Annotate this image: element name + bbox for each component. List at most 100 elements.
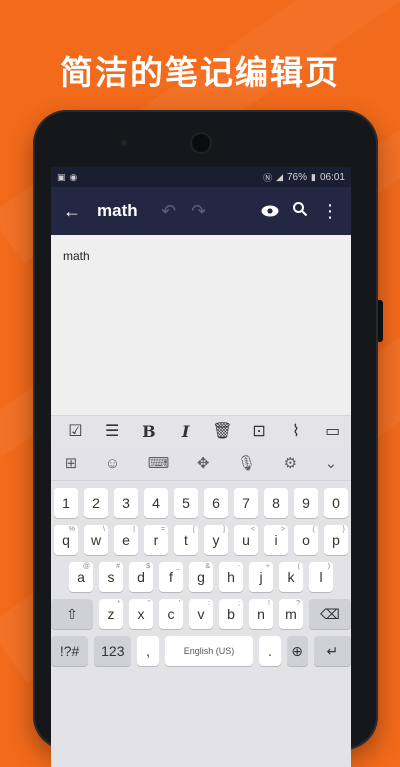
backspace-key[interactable]: ⌫ [309, 599, 351, 629]
key-1[interactable]: 1 [54, 488, 78, 518]
symbols-key[interactable]: !?# [51, 636, 89, 666]
note-title[interactable]: math [97, 201, 138, 221]
key-u[interactable]: u < [234, 525, 258, 555]
shift-key[interactable]: ⇧ [51, 599, 93, 629]
key-m[interactable]: m? [279, 599, 303, 629]
insert-image-icon[interactable]: ⊡ [241, 421, 278, 441]
key-d[interactable]: d $ [129, 562, 153, 592]
key-t[interactable]: t[ [174, 525, 198, 555]
grid-icon[interactable]: ⊞ [65, 454, 78, 472]
undo-icon[interactable]: ↶ [154, 201, 184, 222]
key-label: h [227, 569, 235, 585]
key-7[interactable]: 7 [234, 488, 258, 518]
key-j[interactable]: j + [249, 562, 273, 592]
key-2[interactable]: 2 [84, 488, 108, 518]
key-alt: ? [296, 600, 300, 607]
key-alt: ' [178, 600, 180, 607]
key-alt: ! [268, 600, 270, 607]
key-i[interactable]: i > [264, 525, 288, 555]
key-alt: ( [297, 563, 300, 570]
key-q[interactable]: q% [54, 525, 78, 555]
key-b[interactable]: b; [219, 599, 243, 629]
more-vert-icon[interactable]: ⋮ [315, 201, 345, 222]
bullet-list-icon[interactable]: ☰ [94, 421, 131, 441]
key-v[interactable]: v: [189, 599, 213, 629]
key-z[interactable]: z * [99, 599, 123, 629]
signal-icon: ◢ [276, 171, 283, 182]
emoji-icon[interactable]: ☺ [105, 455, 120, 472]
key-alt: + [265, 563, 270, 570]
chevron-down-icon[interactable]: ⌄ [325, 454, 338, 472]
italic-icon[interactable]: I [167, 422, 204, 441]
attachment-icon[interactable]: ⌇ [278, 421, 315, 441]
key-label: w [90, 532, 102, 548]
key-4[interactable]: 4 [144, 488, 168, 518]
comma-key[interactable]: , [137, 636, 159, 666]
key-x[interactable]: x " [129, 599, 153, 629]
key-5[interactable]: 5 [174, 488, 198, 518]
numpad-key[interactable]: 123 [94, 636, 132, 666]
enter-key[interactable]: ↵ [313, 636, 351, 666]
key-0[interactable]: 0 [324, 488, 348, 518]
key-3[interactable]: 3 [114, 488, 138, 518]
key-w[interactable]: w \ [84, 525, 108, 555]
key-6[interactable]: 6 [204, 488, 228, 518]
soft-keyboard: ⊞ ☺ ⌨ ✥ 🎙 ⚙ ⌄ 1 2 3 4 5 6 7 8 9 0 q % w … [51, 446, 351, 767]
key-g[interactable]: g & [189, 562, 213, 592]
keyboard-icon[interactable]: ⌨ [148, 454, 170, 472]
key-c[interactable]: c ' [159, 599, 183, 629]
key-8[interactable]: 8 [264, 488, 288, 518]
search-icon[interactable] [285, 201, 315, 222]
key-n[interactable]: n! [249, 599, 273, 629]
phone-camera [190, 132, 212, 154]
globe-key[interactable]: ⊕ [286, 636, 308, 666]
key-s[interactable]: s # [99, 562, 123, 592]
eye-icon[interactable] [255, 201, 285, 222]
key-label: n [257, 606, 265, 622]
key-r[interactable]: r = [144, 525, 168, 555]
key-y[interactable]: y] [204, 525, 228, 555]
key-k[interactable]: k( [279, 562, 303, 592]
key-alt: ; [238, 600, 240, 607]
key-label: y [212, 532, 220, 548]
key-alt: | [133, 526, 135, 533]
key-o[interactable]: o{ [294, 525, 318, 555]
key-h[interactable]: h- [219, 562, 243, 592]
key-label: d [137, 569, 145, 585]
period-key[interactable]: . [259, 636, 281, 666]
note-editor[interactable]: math [51, 235, 351, 415]
key-9[interactable]: 9 [294, 488, 318, 518]
settings-icon[interactable]: ⚙ [284, 454, 297, 472]
key-label: m [285, 606, 297, 622]
key-alt: } [342, 526, 345, 533]
key-alt: : [208, 600, 210, 607]
redo-icon[interactable]: ↷ [184, 201, 214, 222]
key-alt: ] [223, 526, 225, 533]
bold-icon[interactable]: B [131, 422, 168, 441]
status-time: 06:01 [319, 171, 345, 183]
key-alt: > [280, 526, 285, 533]
format-toolbar: ☑ ☰ B I 🗑 ⊡ ⌇ ▭ [51, 415, 351, 446]
back-arrow-icon[interactable]: ← [57, 201, 87, 222]
checkbox-icon[interactable]: ☑ [57, 421, 94, 441]
keyboard-toolbar: ⊞ ☺ ⌨ ✥ 🎙 ⚙ ⌄ [51, 446, 351, 481]
key-alt: - [237, 563, 240, 570]
key-a[interactable]: a @ [69, 562, 93, 592]
key-alt: @ [82, 563, 90, 570]
keyboard-toggle-icon[interactable]: ▭ [314, 421, 351, 441]
key-e[interactable]: e | [114, 525, 138, 555]
key-l[interactable]: l) [309, 562, 333, 592]
key-p[interactable]: p} [324, 525, 348, 555]
note-content: math [63, 249, 90, 263]
backspace-icon: ⌫ [320, 605, 340, 622]
cursor-move-icon[interactable]: ✥ [197, 454, 210, 472]
nfc-icon: Ⓝ [263, 172, 273, 183]
app-notification-icon: ◉ [69, 171, 78, 182]
key-alt: < [250, 526, 255, 533]
space-key[interactable]: English (US) [164, 636, 254, 666]
microphone-icon[interactable]: 🎙 [237, 454, 256, 472]
delete-icon[interactable]: 🗑 [204, 421, 241, 441]
key-label: u [242, 532, 250, 548]
key-f[interactable]: f _ [159, 562, 183, 592]
key-label: p [332, 532, 340, 548]
